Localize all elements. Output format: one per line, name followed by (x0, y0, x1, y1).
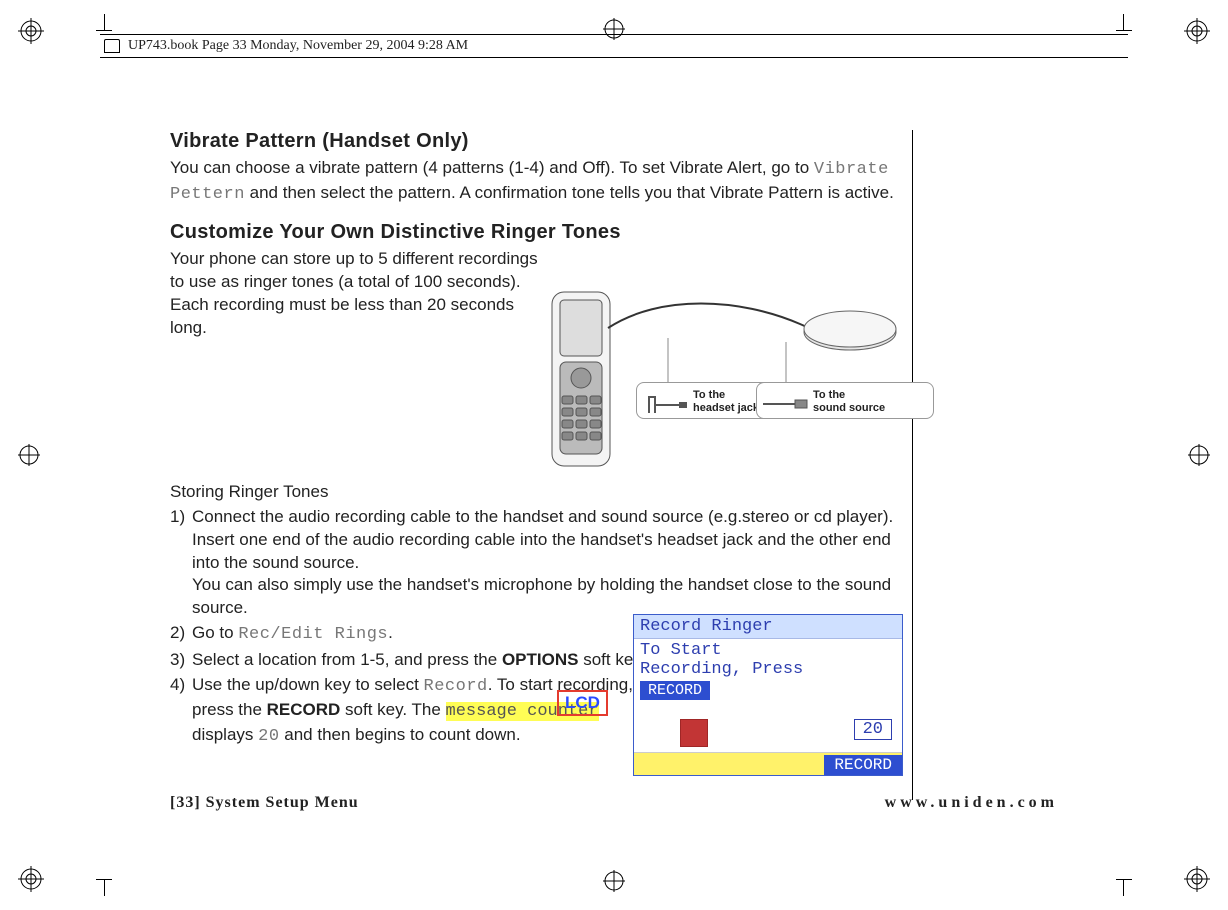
lcd-countdown: 20 (854, 719, 892, 740)
lcd-line1: To Start (640, 641, 896, 660)
footer-right: www.uniden.com (885, 794, 1058, 812)
recording-cable-illustration: To the headset jack To the sound source (540, 284, 900, 474)
cropmark-bl (18, 866, 44, 892)
registration-bottom (603, 870, 625, 892)
crop-tick (96, 30, 112, 31)
running-header: UP743.book Page 33 Monday, November 29, … (100, 34, 1128, 58)
plug-icon (761, 389, 811, 419)
callout-sound-source: To the sound source (756, 382, 934, 419)
registration-left (18, 444, 40, 466)
crop-tick (1116, 30, 1132, 31)
cropmark-tr (1184, 18, 1210, 44)
illustration-svg (540, 284, 900, 474)
crop-tick (104, 880, 105, 896)
lcd-footer: RECORD (634, 752, 902, 775)
annotation-lcd: LCD (557, 690, 608, 716)
cropmark-tl (18, 18, 44, 44)
callout-sound-source-text: To the sound source (813, 389, 885, 414)
softkey-record: RECORD (267, 700, 341, 719)
section-title-ringer: Customize Your Own Distinctive Ringer To… (170, 221, 900, 244)
section-lead-ringer: Your phone can store up to 5 different r… (170, 248, 540, 340)
step-1: 1) Connect the audio recording cable to … (170, 506, 900, 621)
menu-rec-edit-rings: Rec/Edit Rings (238, 625, 388, 644)
lcd-line2: Recording, Press (640, 660, 896, 679)
crop-tick (1123, 880, 1124, 896)
right-margin-guide (912, 130, 913, 800)
page-footer: [33] System Setup Menu www.uniden.com (170, 794, 1058, 812)
section-title-vibrate: Vibrate Pattern (Handset Only) (170, 130, 900, 153)
subheading-storing: Storing Ringer Tones (170, 482, 900, 502)
registration-right (1188, 444, 1210, 466)
lcd-record-label: RECORD (640, 681, 710, 700)
record-indicator-icon (680, 719, 708, 747)
menu-record: Record (424, 677, 488, 696)
crop-tick (104, 14, 105, 30)
crop-tick (1116, 879, 1132, 880)
lcd-screenshot: Record Ringer To Start Recording, Press … (633, 614, 903, 776)
jack-icon (643, 389, 689, 419)
lcd-title: Record Ringer (634, 615, 902, 639)
crop-tick (1123, 14, 1124, 30)
lcd-softkey-record: RECORD (824, 755, 902, 775)
step-3: 3) Select a location from 1-5, and press… (170, 649, 652, 672)
footer-left: [33] System Setup Menu (170, 794, 359, 812)
running-header-text: UP743.book Page 33 Monday, November 29, … (128, 38, 468, 54)
softkey-options: OPTIONS (502, 650, 579, 669)
cropmark-br (1184, 866, 1210, 892)
lcd-body: To Start Recording, Press RECORD (634, 639, 902, 702)
section-text-vibrate: You can choose a vibrate pattern (4 patt… (170, 157, 900, 207)
callout-headset-jack-text: To the headset jack (693, 389, 759, 414)
